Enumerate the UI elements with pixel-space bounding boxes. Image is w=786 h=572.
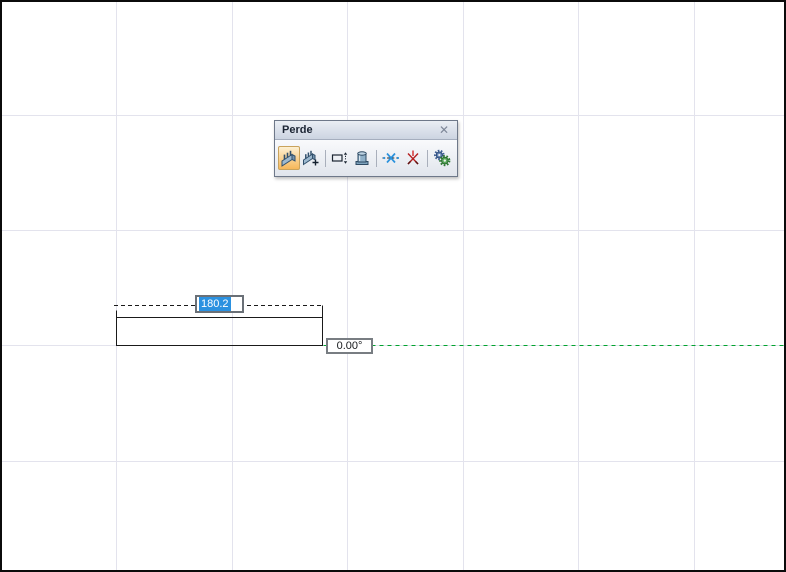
drawing-window: 180.2 0.00° Perde ✕ — [0, 0, 786, 572]
profile-height-tool-button[interactable] — [329, 146, 351, 170]
perde-toolbar: Perde ✕ — [274, 120, 458, 177]
length-input[interactable]: 180.2 — [195, 295, 244, 313]
axis-intersection-icon — [382, 152, 400, 164]
curtain-wall-tool-button[interactable] — [278, 146, 300, 170]
toolbar-separator — [427, 149, 428, 167]
curtain-wall-add-icon — [303, 150, 319, 166]
intersection-tool-button[interactable] — [380, 146, 402, 170]
grid-lines — [2, 2, 784, 570]
settings-tool-button[interactable] — [431, 146, 453, 170]
break-intersection-tool-button[interactable] — [402, 146, 424, 170]
close-icon[interactable]: ✕ — [437, 123, 451, 137]
curtain-wall-icon — [281, 150, 296, 167]
length-selected-text: 180.2 — [199, 297, 231, 311]
toolbar-separator — [376, 149, 377, 167]
angle-input[interactable]: 0.00° — [326, 338, 373, 354]
curtain-wall-add-tool-button[interactable] — [300, 146, 322, 170]
drawing-canvas[interactable] — [0, 0, 786, 572]
toolbar-separator — [325, 149, 326, 167]
break-intersection-icon — [407, 150, 419, 165]
toolbar-body — [275, 140, 457, 176]
toolbar-title: Perde — [282, 123, 313, 136]
profile-height-icon — [331, 152, 348, 164]
toolbar-titlebar[interactable]: Perde ✕ — [275, 121, 457, 140]
post-icon — [355, 151, 369, 165]
post-tool-button[interactable] — [351, 146, 373, 170]
wall-outline — [116, 317, 323, 346]
angle-value: 0.00° — [336, 339, 363, 352]
gears-icon — [434, 149, 451, 167]
